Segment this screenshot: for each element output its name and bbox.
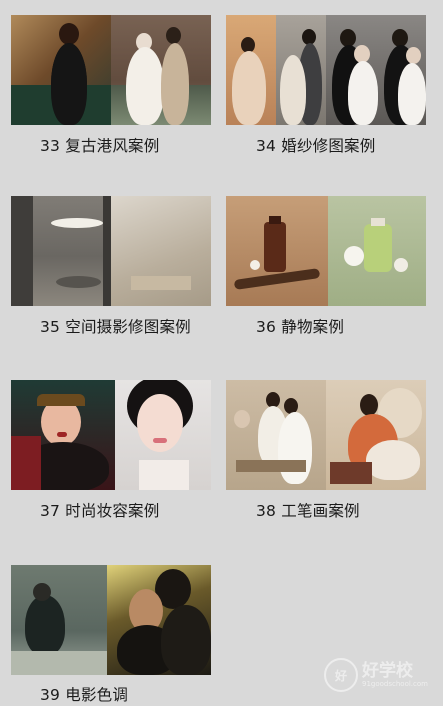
still-life-image[interactable]	[226, 196, 426, 306]
gongbi-painting-image[interactable]	[226, 380, 426, 490]
wedding-retouch-image[interactable]	[226, 15, 426, 125]
case-card-38[interactable]	[226, 380, 426, 490]
case-card-34[interactable]	[226, 15, 426, 125]
film-tone-image[interactable]	[11, 565, 211, 675]
case-card-39[interactable]	[11, 565, 211, 675]
watermark-url: 91goodschool.com	[362, 679, 428, 688]
space-photography-image[interactable]	[11, 196, 211, 306]
case-label-35[interactable]: 35 空间摄影修图案例	[40, 315, 191, 337]
brand-logo-icon: 好	[324, 658, 358, 692]
watermark-brand: 好学校	[362, 660, 413, 681]
case-card-35[interactable]	[11, 196, 211, 306]
case-label-36[interactable]: 36 静物案例	[256, 315, 344, 337]
watermark-logo: 好 好学校 91goodschool.com	[324, 656, 429, 694]
retro-hongkong-style-image[interactable]	[11, 15, 211, 125]
case-card-36[interactable]	[226, 196, 426, 306]
case-label-38[interactable]: 38 工笔画案例	[256, 499, 360, 521]
case-label-39[interactable]: 39 电影色调	[40, 683, 128, 705]
fashion-makeup-image[interactable]	[11, 380, 211, 490]
case-label-34[interactable]: 34 婚纱修图案例	[256, 134, 375, 156]
case-label-37[interactable]: 37 时尚妆容案例	[40, 499, 159, 521]
case-card-37[interactable]	[11, 380, 211, 490]
case-label-33[interactable]: 33 复古港风案例	[40, 134, 159, 156]
case-card-33[interactable]	[11, 15, 211, 125]
